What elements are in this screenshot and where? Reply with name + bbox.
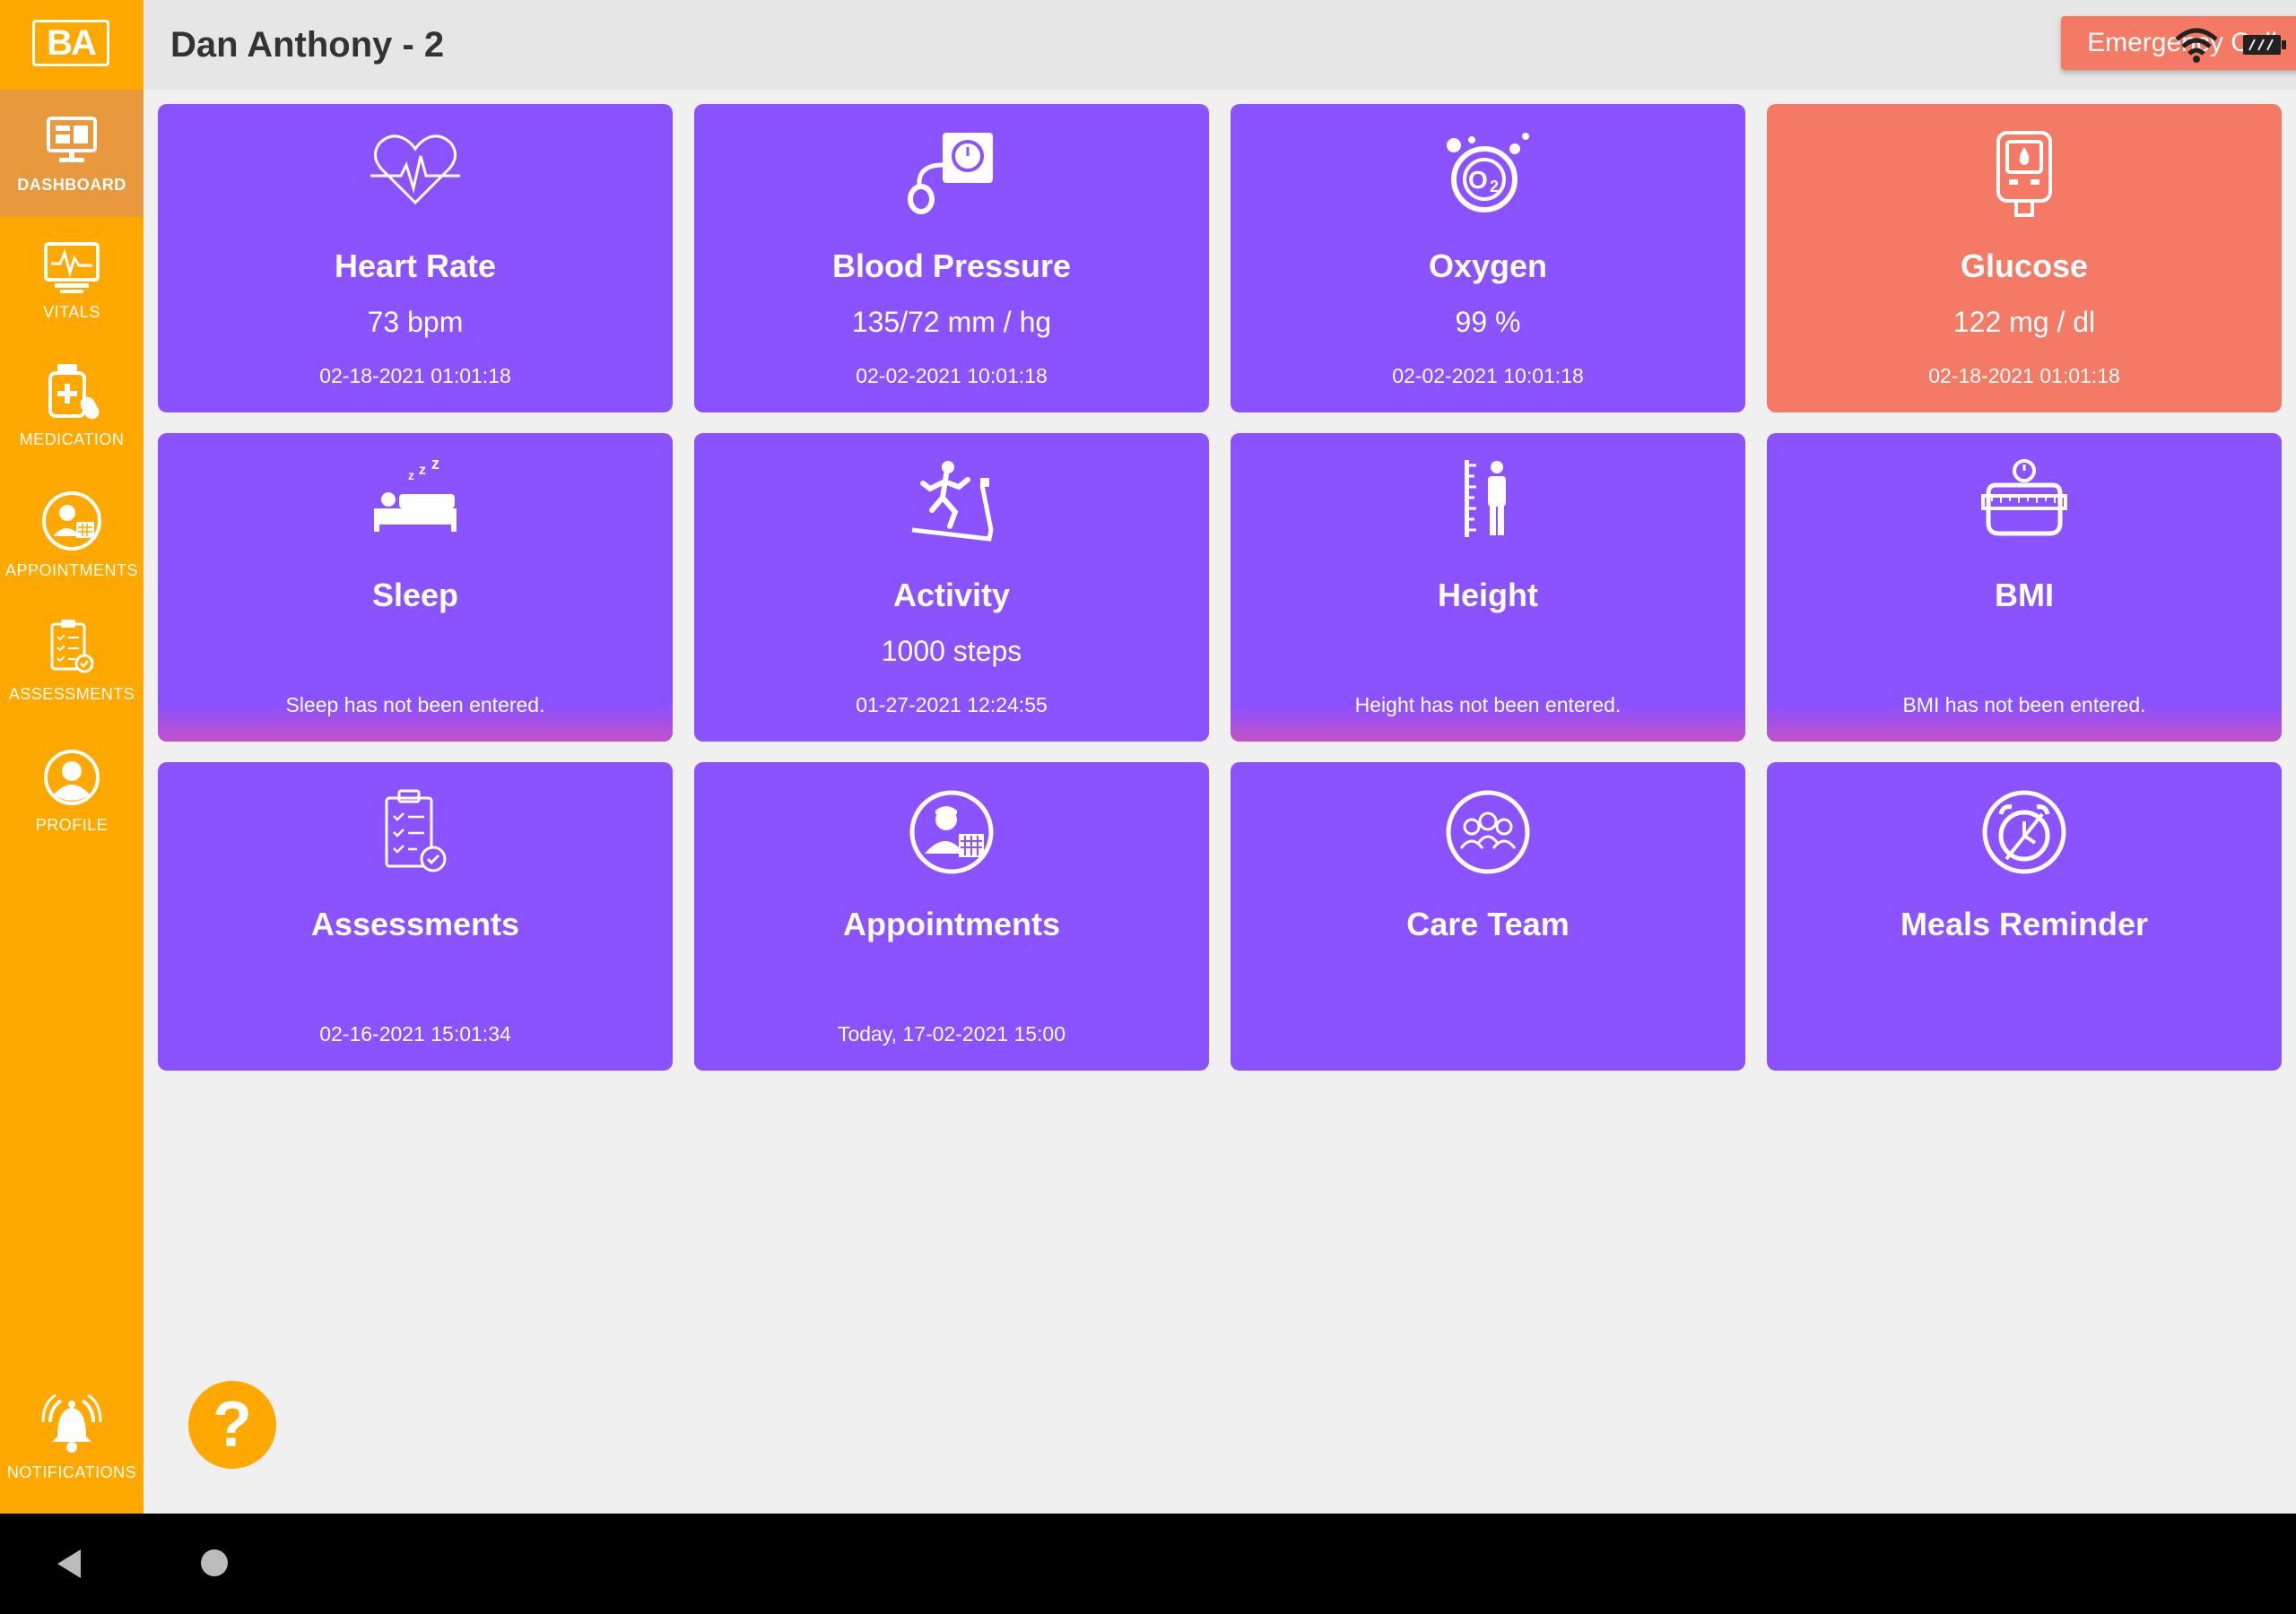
card-value: 135/72 mm / hg bbox=[851, 306, 1052, 338]
card-title: Appointments bbox=[843, 906, 1060, 942]
card-title: BMI bbox=[1995, 577, 2054, 613]
sidebar-item-label: NOTIFICATIONS bbox=[6, 1463, 137, 1481]
svg-text:z: z bbox=[419, 463, 426, 478]
user-icon bbox=[44, 750, 100, 805]
card-value: 1000 steps bbox=[881, 635, 1022, 667]
svg-text:2: 2 bbox=[1490, 178, 1499, 195]
card-heart-rate[interactable]: Heart Rate 73 bpm 02-18-2021 01:01:18 bbox=[158, 104, 673, 412]
sidebar-item-label: MEDICATION bbox=[19, 430, 125, 448]
oxygen-icon: O 2 bbox=[1447, 133, 1529, 213]
card-height[interactable]: Height Height has not been entered. bbox=[1231, 433, 1745, 742]
card-timestamp: Height has not been entered. bbox=[1354, 693, 1622, 716]
card-title: Meals Reminder bbox=[1900, 906, 2149, 942]
sidebar-item-label: APPOINTMENTS bbox=[4, 561, 138, 579]
sidebar-item-label: DASHBOARD bbox=[17, 176, 126, 194]
sidebar-item-medication[interactable]: MEDICATION bbox=[0, 344, 144, 472]
card-title: Oxygen bbox=[1428, 247, 1548, 284]
back-icon[interactable] bbox=[54, 1548, 84, 1580]
care-team-icon bbox=[1446, 790, 1530, 874]
sidebar: BA DASHBOARD VITALS MEDICATION APPOINTME… bbox=[0, 0, 144, 1514]
sidebar-item-label: VITALS bbox=[43, 303, 100, 321]
card-meals-reminder[interactable]: Meals Reminder bbox=[1767, 762, 2282, 1071]
sidebar-item-label: ASSESSMENTS bbox=[8, 685, 135, 703]
sidebar-item-dashboard[interactable]: DASHBOARD bbox=[0, 90, 144, 217]
monitor-icon bbox=[47, 117, 97, 162]
battery-icon bbox=[2243, 35, 2286, 55]
card-title: Care Team bbox=[1406, 906, 1570, 942]
card-title: Sleep bbox=[371, 577, 459, 613]
clipboard-check-icon bbox=[385, 789, 447, 872]
glucometer-icon bbox=[1996, 131, 2052, 217]
card-title: Blood Pressure bbox=[831, 247, 1072, 284]
card-value: 122 mg / dl bbox=[1952, 306, 2096, 338]
svg-text:O: O bbox=[1468, 166, 1488, 194]
heart-pulse-icon bbox=[370, 134, 460, 205]
medication-icon bbox=[48, 364, 100, 420]
card-timestamp: Sleep has not been entered. bbox=[285, 693, 545, 716]
sidebar-item-label: PROFILE bbox=[35, 816, 109, 834]
sidebar-item-profile[interactable]: PROFILE bbox=[0, 726, 144, 854]
bell-icon bbox=[41, 1393, 102, 1453]
vitals-monitor-icon bbox=[44, 242, 100, 293]
card-appointments[interactable]: Appointments Today, 17-02-2021 15:00 bbox=[694, 762, 1209, 1071]
card-title: Activity bbox=[892, 577, 1011, 613]
card-timestamp: 02-16-2021 15:01:34 bbox=[319, 1022, 511, 1046]
card-timestamp: 02-02-2021 10:01:18 bbox=[1392, 364, 1584, 387]
height-icon bbox=[1465, 460, 1506, 537]
card-timestamp: 01-27-2021 12:24:55 bbox=[856, 693, 1048, 716]
card-assessments[interactable]: Assessments 02-16-2021 15:01:34 bbox=[158, 762, 673, 1071]
alarm-clock-icon bbox=[1982, 790, 2066, 874]
card-blood-pressure[interactable]: Blood Pressure 135/72 mm / hg 02-02-2021… bbox=[694, 104, 1209, 412]
card-oxygen[interactable]: O 2 Oxygen 99 % 02-02-2021 10:01:18 bbox=[1231, 104, 1745, 412]
card-timestamp: 02-18-2021 01:01:18 bbox=[1928, 364, 2120, 387]
home-icon[interactable] bbox=[201, 1549, 228, 1576]
header: Dan Anthony - 2 Emergency Call bbox=[144, 0, 2296, 90]
bed-icon: z z z bbox=[374, 458, 457, 532]
card-timestamp: 02-18-2021 01:01:18 bbox=[319, 364, 511, 387]
blood-pressure-icon bbox=[908, 133, 993, 214]
card-title: Heart Rate bbox=[334, 247, 497, 284]
page-title: Dan Anthony - 2 bbox=[170, 25, 445, 65]
sidebar-item-appointments[interactable]: APPOINTMENTS bbox=[0, 472, 144, 599]
clipboard-check-icon bbox=[50, 620, 94, 673]
card-title: Glucose bbox=[1960, 247, 2089, 284]
system-nav-bar bbox=[0, 1514, 2296, 1614]
card-bmi[interactable]: BMI BMI has not been entered. bbox=[1767, 433, 2282, 742]
sidebar-item-vitals[interactable]: VITALS bbox=[0, 217, 144, 344]
card-sleep[interactable]: z z z Sleep Sleep has not been entered. bbox=[158, 433, 673, 742]
doctor-calendar-icon bbox=[909, 790, 994, 874]
card-title: Height bbox=[1438, 577, 1538, 613]
card-timestamp: Today, 17-02-2021 15:00 bbox=[837, 1022, 1066, 1046]
card-value: 99 % bbox=[1455, 306, 1521, 338]
sidebar-item-notifications[interactable]: NOTIFICATIONS bbox=[0, 1374, 144, 1501]
wifi-icon bbox=[2175, 28, 2218, 63]
card-timestamp: BMI has not been entered. bbox=[1902, 693, 2146, 716]
card-care-team[interactable]: Care Team bbox=[1231, 762, 1745, 1071]
app-logo[interactable]: BA bbox=[32, 20, 109, 66]
sidebar-item-assessments[interactable]: ASSESSMENTS bbox=[0, 599, 144, 726]
help-button[interactable]: ? bbox=[188, 1381, 276, 1469]
card-glucose[interactable]: Glucose 122 mg / dl 02-18-2021 01:01:18 bbox=[1767, 104, 2282, 412]
scale-icon bbox=[1981, 459, 2067, 536]
svg-text:z: z bbox=[408, 468, 414, 482]
svg-text:z: z bbox=[431, 458, 439, 473]
card-title: Assessments bbox=[310, 906, 520, 942]
card-activity[interactable]: Activity 1000 steps 01-27-2021 12:24:55 bbox=[694, 433, 1209, 742]
treadmill-icon bbox=[911, 461, 994, 542]
card-value: 73 bpm bbox=[367, 306, 464, 338]
card-timestamp: 02-02-2021 10:01:18 bbox=[856, 364, 1048, 387]
doctor-calendar-icon bbox=[42, 491, 101, 551]
